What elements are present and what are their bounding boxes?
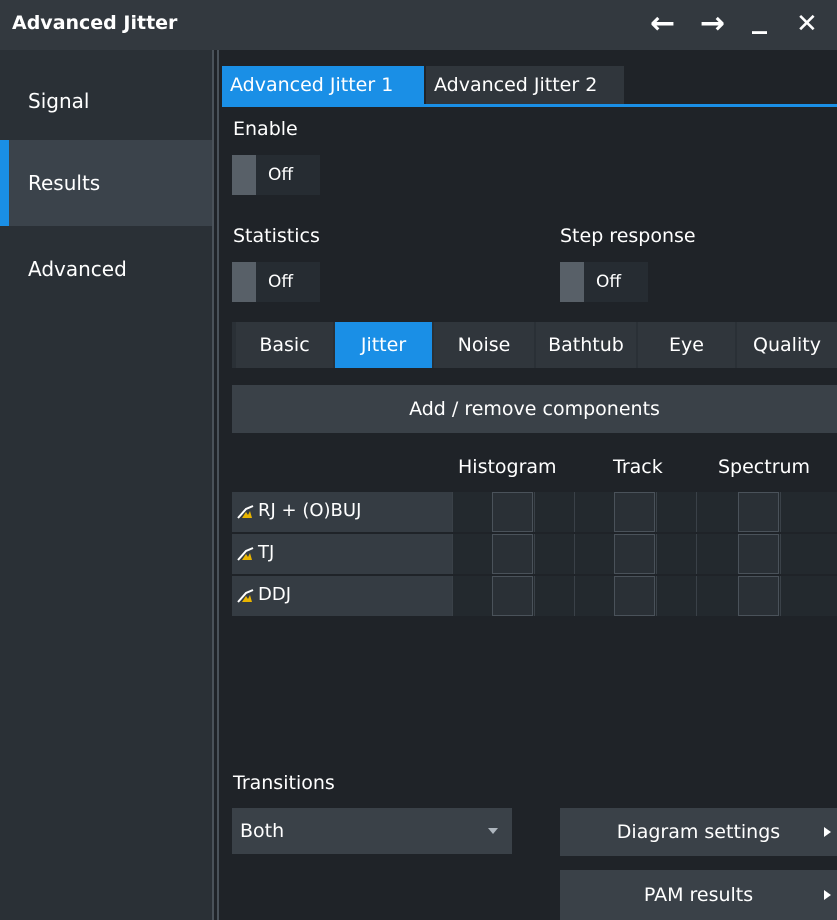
column-header-spectrum: Spectrum — [718, 456, 811, 478]
grid-cell — [656, 492, 696, 532]
submenu-arrow-icon — [824, 890, 831, 900]
grid-cell — [574, 534, 614, 574]
sidebar: Signal Results Advanced — [0, 50, 212, 920]
column-header-histogram: Histogram — [458, 456, 557, 478]
subtab-bar: Basic Jitter Noise Bathtub Eye Quality — [232, 322, 837, 368]
sidebar-item-advanced[interactable]: Advanced — [0, 226, 212, 312]
grid-cell — [452, 534, 492, 574]
grid-cell — [452, 576, 492, 616]
grid-cell — [696, 576, 736, 616]
tab-advanced-jitter-2[interactable]: Advanced Jitter 2 — [426, 66, 624, 104]
table-row: RJ + (O)BUJ — [232, 492, 837, 532]
row-name: TJ — [258, 542, 275, 563]
grid-cell — [780, 492, 820, 532]
sidebar-item-results[interactable]: Results — [0, 140, 212, 226]
transitions-value: Both — [240, 820, 285, 842]
jitter-component-icon — [237, 505, 254, 519]
grid-cell — [780, 576, 820, 616]
row-name: DDJ — [258, 584, 292, 605]
grid-cell — [574, 492, 614, 532]
grid-cell — [696, 492, 736, 532]
title-bar: Advanced Jitter ← → _ ✕ — [0, 0, 837, 50]
grid-cell — [656, 534, 696, 574]
close-icon[interactable]: ✕ — [796, 6, 818, 42]
subtab-eye[interactable]: Eye — [638, 322, 735, 368]
row-name: RJ + (O)BUJ — [258, 500, 362, 521]
forward-arrow-icon[interactable]: → — [700, 6, 725, 42]
transitions-dropdown[interactable]: Both — [232, 808, 512, 854]
grid-cell — [780, 534, 820, 574]
grid-cell — [696, 534, 736, 574]
track-checkbox[interactable] — [614, 576, 655, 616]
row-name-cell: TJ — [232, 534, 452, 574]
diagram-settings-button[interactable]: Diagram settings — [560, 808, 837, 856]
statistics-label: Statistics — [233, 225, 320, 247]
track-checkbox[interactable] — [614, 492, 655, 532]
sidebar-item-signal[interactable]: Signal — [0, 58, 212, 144]
step-response-toggle-value: Off — [596, 272, 622, 292]
panel-divider-2 — [217, 50, 219, 920]
spectrum-checkbox[interactable] — [738, 576, 779, 616]
tab-underline — [222, 104, 837, 107]
pam-results-label: PAM results — [643, 884, 754, 906]
subtab-jitter[interactable]: Jitter — [335, 322, 432, 368]
spectrum-checkbox[interactable] — [738, 492, 779, 532]
chevron-down-icon — [488, 828, 498, 834]
pam-results-button[interactable]: PAM results — [560, 870, 837, 920]
grid-cell — [534, 576, 574, 616]
step-response-label: Step response — [560, 225, 696, 247]
statistics-toggle-knob — [232, 262, 256, 302]
enable-toggle-value: Off — [268, 165, 294, 185]
add-remove-components-button[interactable]: Add / remove components — [232, 385, 837, 433]
diagram-settings-label: Diagram settings — [616, 821, 781, 843]
column-header-track: Track — [613, 456, 663, 478]
enable-toggle-knob — [232, 155, 256, 195]
statistics-toggle[interactable]: Off — [232, 262, 320, 302]
subtab-noise[interactable]: Noise — [434, 322, 534, 368]
enable-toggle[interactable]: Off — [232, 155, 320, 195]
transitions-label: Transitions — [233, 772, 335, 794]
grid-cell — [534, 534, 574, 574]
grid-cell — [656, 576, 696, 616]
spectrum-checkbox[interactable] — [738, 534, 779, 574]
window-title: Advanced Jitter — [12, 12, 178, 34]
row-name-cell: DDJ — [232, 576, 452, 616]
panel-divider — [212, 50, 214, 920]
track-checkbox[interactable] — [614, 534, 655, 574]
step-response-toggle-knob — [560, 262, 584, 302]
tab-advanced-jitter-1[interactable]: Advanced Jitter 1 — [222, 66, 424, 104]
histogram-checkbox[interactable] — [492, 576, 533, 616]
statistics-toggle-value: Off — [268, 272, 294, 292]
subtab-bathtub[interactable]: Bathtub — [536, 322, 636, 368]
grid-cell — [574, 576, 614, 616]
submenu-arrow-icon — [824, 827, 831, 837]
jitter-component-icon — [237, 589, 254, 603]
subtab-quality[interactable]: Quality — [737, 322, 837, 368]
jitter-component-icon — [237, 547, 254, 561]
enable-label: Enable — [233, 118, 298, 140]
row-name-cell: RJ + (O)BUJ — [232, 492, 452, 532]
histogram-checkbox[interactable] — [492, 492, 533, 532]
minimize-icon[interactable]: _ — [752, 0, 767, 36]
table-row: TJ — [232, 534, 837, 574]
grid-cell — [534, 492, 574, 532]
table-row: DDJ — [232, 576, 837, 616]
step-response-toggle[interactable]: Off — [560, 262, 648, 302]
subtab-basic[interactable]: Basic — [236, 322, 333, 368]
grid-cell — [452, 492, 492, 532]
back-arrow-icon[interactable]: ← — [650, 6, 675, 42]
histogram-checkbox[interactable] — [492, 534, 533, 574]
